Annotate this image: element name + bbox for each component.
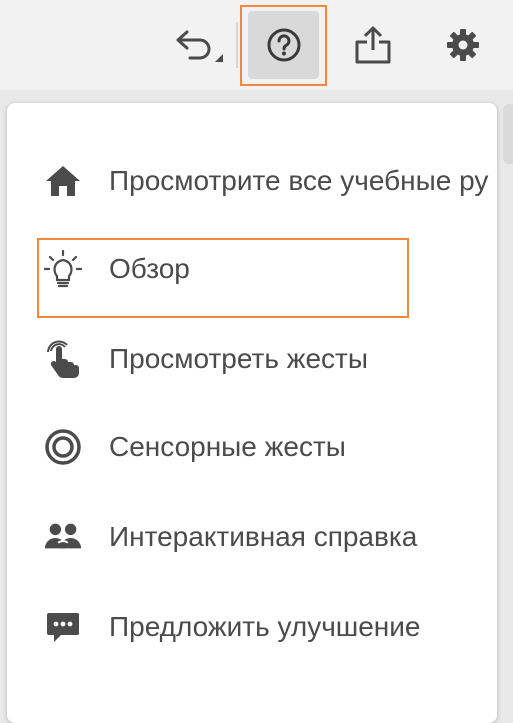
help-menu: Просмотрите все учебные ру Обзор Просмот… <box>7 103 497 723</box>
gear-icon <box>447 29 479 61</box>
gesture-hand-icon <box>43 339 83 379</box>
menu-item-view-gestures[interactable]: Просмотреть жесты <box>7 315 497 403</box>
share-icon <box>355 26 391 64</box>
menu-item-interactive-help[interactable]: Интерактивная справка <box>7 493 497 581</box>
menu-item-label: Интерактивная справка <box>109 521 418 552</box>
menu-item-label: Просмотреть жесты <box>109 343 368 374</box>
settings-button[interactable] <box>438 22 488 68</box>
menu-item-overview[interactable]: Обзор <box>7 225 497 313</box>
touch-target-icon <box>43 427 83 467</box>
top-toolbar <box>0 0 513 90</box>
menu-item-suggest-improvement[interactable]: Предложить улучшение <box>7 583 497 671</box>
help-button-highlight <box>240 5 327 86</box>
home-icon <box>43 161 83 201</box>
share-button[interactable] <box>348 22 398 68</box>
menu-item-label: Обзор <box>109 253 190 284</box>
menu-item-label: Просмотрите все учебные ру <box>109 165 489 196</box>
undo-icon <box>176 30 223 62</box>
menu-item-label: Предложить улучшение <box>109 611 421 642</box>
scrollbar[interactable] <box>503 104 513 164</box>
community-icon <box>43 517 83 557</box>
menu-item-label: Сенсорные жесты <box>109 431 346 462</box>
feedback-icon <box>43 607 83 647</box>
undo-button[interactable] <box>170 22 226 72</box>
toolbar-divider <box>236 22 238 68</box>
menu-item-touch-gestures[interactable]: Сенсорные жесты <box>7 403 497 491</box>
menu-item-all-tutorials[interactable]: Просмотрите все учебные ру <box>7 137 497 225</box>
lightbulb-icon <box>43 249 83 289</box>
